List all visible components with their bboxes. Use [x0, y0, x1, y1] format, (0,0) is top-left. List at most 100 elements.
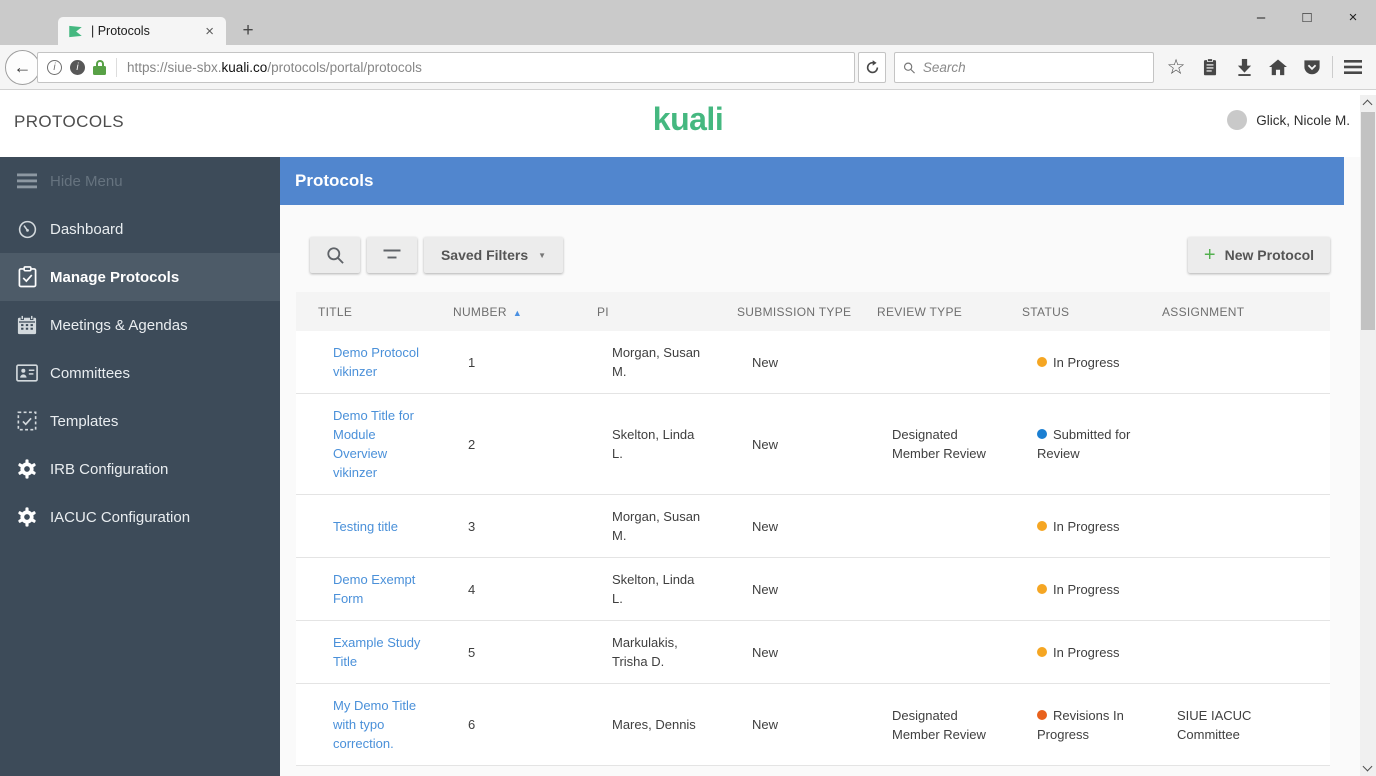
gear-icon — [16, 506, 38, 528]
status-dot — [1037, 521, 1047, 531]
protocol-assignment: SIUE IACUC Committee — [1140, 706, 1330, 744]
close-icon[interactable]: × — [1330, 0, 1376, 34]
protocol-status: In Progress — [1000, 517, 1140, 536]
column-header-pi[interactable]: PI — [575, 305, 715, 319]
url-domain: kuali.co — [222, 60, 268, 75]
sidebar-item-iacuc-configuration[interactable]: IACUC Configuration — [0, 493, 280, 541]
search-icon — [903, 61, 916, 75]
info-icon[interactable]: i — [47, 60, 62, 75]
main-content: Protocols Saved Filters ▼ + New Protocol… — [280, 157, 1344, 776]
bookmarks-clipboard-icon[interactable] — [1193, 50, 1227, 84]
protocol-status: In Progress — [1000, 643, 1140, 662]
filter-icon — [383, 249, 401, 261]
reload-button[interactable] — [858, 52, 886, 83]
sidebar-item-meetings-agendas[interactable]: Meetings & Agendas — [0, 301, 280, 349]
browser-titlebar: | Protocols × + – □ × — [0, 0, 1376, 45]
protocol-number: 6 — [431, 715, 575, 734]
sidebar-item-committees[interactable]: Committees — [0, 349, 280, 397]
saved-filters-button[interactable]: Saved Filters ▼ — [424, 237, 563, 273]
permissions-icon[interactable]: i — [70, 60, 85, 75]
sidebar-item-label: Manage Protocols — [50, 269, 179, 286]
status-dot — [1037, 647, 1047, 657]
protocol-title-link[interactable]: My Demo Title with typo correction. — [296, 696, 431, 753]
browser-tab[interactable]: | Protocols × — [58, 17, 226, 45]
sidebar-item-label: Templates — [50, 413, 118, 430]
column-header-title[interactable]: TITLE — [296, 305, 431, 319]
table-header-row: TITLE NUMBER▲ PI SUBMISSION TYPE REVIEW … — [296, 292, 1330, 331]
back-button[interactable]: ← — [5, 50, 40, 85]
column-header-review-type[interactable]: REVIEW TYPE — [855, 305, 1000, 319]
protocol-pi: Skelton, Linda L. — [575, 570, 715, 608]
column-header-number[interactable]: NUMBER▲ — [431, 305, 575, 319]
minimize-icon[interactable]: – — [1238, 0, 1284, 34]
url-text: https://siue-sbx.kuali.co/protocols/port… — [117, 60, 422, 75]
downloads-icon[interactable] — [1227, 50, 1261, 84]
table-search-button[interactable] — [310, 237, 360, 273]
protocol-pi: Markulakis, Trisha D. — [575, 633, 715, 671]
browser-search[interactable] — [894, 52, 1154, 83]
saved-filters-label: Saved Filters — [441, 247, 528, 263]
sidebar-item-label: Meetings & Agendas — [50, 317, 188, 334]
column-header-submission-type[interactable]: SUBMISSION TYPE — [715, 305, 855, 319]
sort-ascending-icon: ▲ — [513, 308, 522, 318]
toolbar-divider — [1332, 56, 1333, 78]
column-header-assignment[interactable]: ASSIGNMENT — [1140, 305, 1330, 319]
page-scrollbar[interactable] — [1360, 95, 1376, 776]
column-header-status[interactable]: STATUS — [1000, 305, 1140, 319]
tab-close-icon[interactable]: × — [201, 23, 218, 40]
https-lock-icon[interactable] — [93, 60, 106, 76]
scroll-up-icon[interactable] — [1363, 100, 1373, 110]
window-controls: – □ × — [1238, 0, 1376, 34]
scrollbar-thumb[interactable] — [1361, 112, 1375, 330]
new-protocol-button[interactable]: + New Protocol — [1188, 237, 1330, 273]
sidebar-item-irb-configuration[interactable]: IRB Configuration — [0, 445, 280, 493]
scroll-down-icon[interactable] — [1363, 762, 1373, 772]
protocol-title-link[interactable]: Testing title — [296, 517, 431, 536]
status-dot — [1037, 429, 1047, 439]
status-label: In Progress — [1053, 645, 1119, 660]
protocol-review-type: Designated Member Review — [855, 706, 1000, 744]
protocol-title-link[interactable]: Demo Title for Module Overview vikinzer — [296, 406, 431, 482]
bookmark-star-icon[interactable]: ☆ — [1159, 50, 1193, 84]
search-input[interactable] — [923, 60, 1145, 75]
menu-hamburger-icon[interactable] — [1336, 50, 1370, 84]
table-row: Example Study Title 5 Markulakis, Trisha… — [296, 621, 1330, 684]
status-dot — [1037, 357, 1047, 367]
page-title: Protocols — [295, 171, 373, 191]
sidebar-item-manage-protocols[interactable]: Manage Protocols — [0, 253, 280, 301]
calendar-icon — [16, 314, 38, 336]
avatar — [1227, 110, 1247, 130]
table-row: Demo Title for Module Overview vikinzer … — [296, 394, 1330, 495]
protocol-pi: Mares, Dennis — [575, 715, 715, 734]
status-dot — [1037, 710, 1047, 720]
maximize-icon[interactable]: □ — [1284, 0, 1330, 34]
contact-card-icon — [16, 362, 38, 384]
status-label: In Progress — [1053, 355, 1119, 370]
new-tab-button[interactable]: + — [234, 18, 262, 44]
protocol-status: Submitted for Review — [1000, 425, 1140, 463]
sidebar-item-hide-menu[interactable]: Hide Menu — [0, 157, 280, 205]
protocol-title-link[interactable]: Demo Exempt Form — [296, 570, 431, 608]
navbar-icons: ☆ — [1159, 45, 1370, 89]
user-name: Glick, Nicole M. — [1256, 113, 1350, 128]
site-identity: i i — [38, 58, 117, 77]
url-bar[interactable]: i i https://siue-sbx.kuali.co/protocols/… — [37, 52, 855, 83]
status-label: Submitted for Review — [1037, 427, 1130, 461]
pocket-icon[interactable] — [1295, 50, 1329, 84]
sidebar-item-templates[interactable]: Templates — [0, 397, 280, 445]
protocol-title-link[interactable]: Example Study Title — [296, 633, 431, 671]
search-icon — [326, 246, 345, 265]
sidebar-item-label: Dashboard — [50, 221, 123, 238]
table-row: Demo Protocol vikinzer 1 Morgan, Susan M… — [296, 331, 1330, 394]
chevron-down-icon: ▼ — [538, 251, 546, 260]
page-banner: Protocols — [280, 157, 1344, 205]
url-path: /protocols/portal/protocols — [267, 60, 422, 75]
sidebar-item-dashboard[interactable]: Dashboard — [0, 205, 280, 253]
tab-title: | Protocols — [91, 24, 201, 38]
reload-icon — [865, 60, 880, 75]
user-menu[interactable]: Glick, Nicole M. — [1227, 110, 1350, 130]
home-icon[interactable] — [1261, 50, 1295, 84]
filter-button[interactable] — [367, 237, 417, 273]
protocol-title-link[interactable]: Demo Protocol vikinzer — [296, 343, 431, 381]
protocol-status: In Progress — [1000, 580, 1140, 599]
